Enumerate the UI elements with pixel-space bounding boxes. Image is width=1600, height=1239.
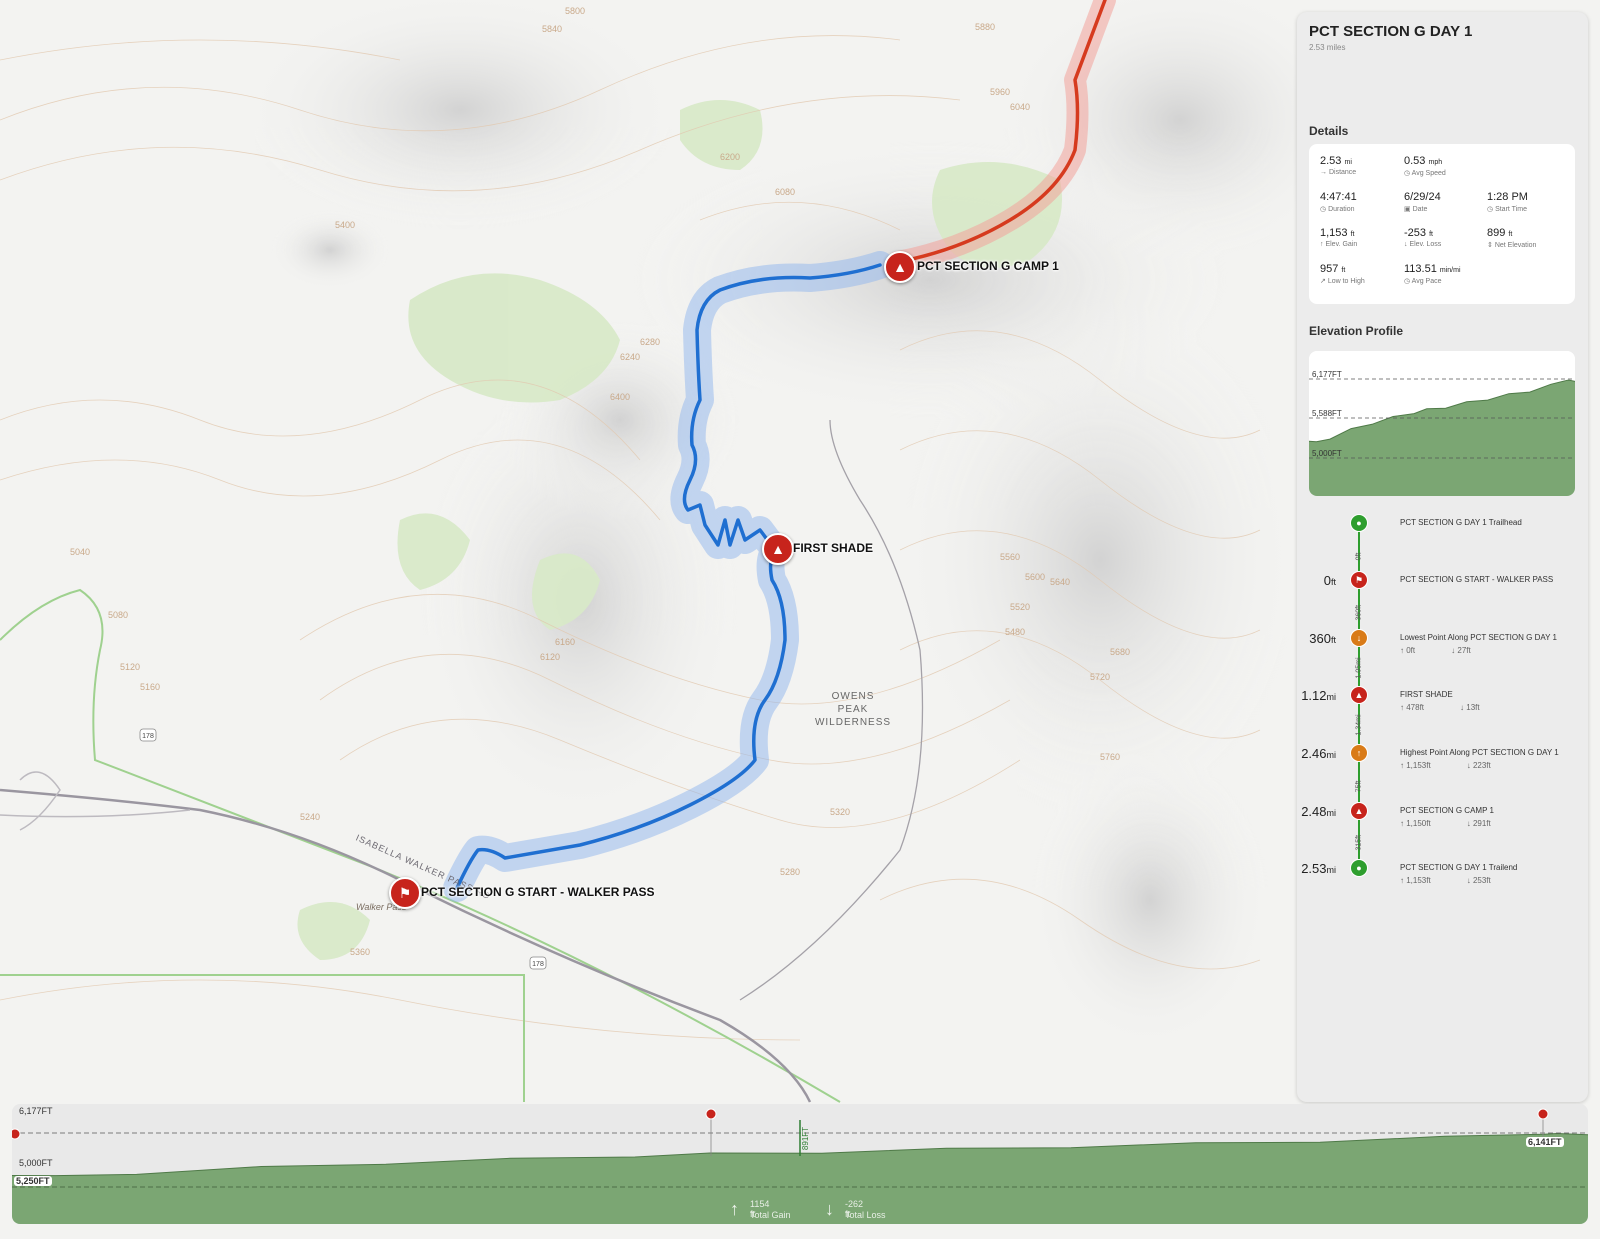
elevation-profile-card[interactable]: 6,177FT 5,588FT 5,000FT bbox=[1309, 351, 1575, 496]
stat-avg-speed: 0.53 mph ◷ Avg Speed bbox=[1404, 155, 1446, 177]
segment-label: 0ft bbox=[1355, 552, 1363, 561]
svg-text:5080: 5080 bbox=[108, 610, 128, 620]
up-arrow-icon: ↑ bbox=[1351, 745, 1367, 761]
bottom-gain-marker-label: 891FT bbox=[801, 1126, 811, 1151]
stat-duration: 4:47:41 ◷ Duration bbox=[1320, 191, 1357, 213]
hiker-icon: ● bbox=[1351, 860, 1367, 876]
ref-label-high: 6,177FT bbox=[1312, 370, 1342, 379]
bottom-label-end: 6,141FT bbox=[1526, 1137, 1564, 1147]
segment-label: 315ft bbox=[1355, 834, 1363, 851]
camp-marker-label: PCT SECTION G CAMP 1 bbox=[917, 259, 1059, 273]
svg-text:6160: 6160 bbox=[555, 637, 575, 647]
ref-label-low: 5,000FT bbox=[1312, 449, 1342, 458]
svg-text:6080: 6080 bbox=[775, 187, 795, 197]
up-arrow-icon: ↑ bbox=[730, 1199, 739, 1219]
route-distance: 2.53 miles bbox=[1309, 43, 1346, 52]
stat-distance: 2.53 mi → Distance bbox=[1320, 155, 1357, 176]
svg-text:6280: 6280 bbox=[640, 337, 660, 347]
elevation-heading: Elevation Profile bbox=[1309, 324, 1404, 338]
segment-label: 1.05mi bbox=[1355, 657, 1363, 679]
stat-low-to-high: 957 ft ↗ Low to High bbox=[1320, 263, 1365, 285]
stat-elev-gain: 1,153 ft ↑ Elev. Gain bbox=[1320, 227, 1358, 248]
bottom-profile-chart bbox=[12, 1108, 1588, 1224]
svg-text:6120: 6120 bbox=[540, 652, 560, 662]
svg-text:5800: 5800 bbox=[565, 6, 585, 16]
svg-text:5240: 5240 bbox=[300, 812, 320, 822]
svg-text:6040: 6040 bbox=[1010, 102, 1030, 112]
svg-text:5400: 5400 bbox=[335, 220, 355, 230]
shade-marker[interactable]: ▲ bbox=[762, 533, 794, 565]
start-marker-label: PCT SECTION G START - WALKER PASS bbox=[421, 885, 655, 899]
segment-label: 1.34mi bbox=[1355, 714, 1363, 736]
svg-text:5760: 5760 bbox=[1100, 752, 1120, 762]
svg-text:6240: 6240 bbox=[620, 352, 640, 362]
signpost-icon: ⚑ bbox=[1351, 572, 1367, 588]
bottom-elevation-profile[interactable]: 6,177FT 5,000FT 5,250FT 6,141FT 891FT ↑ … bbox=[12, 1104, 1588, 1224]
stat-date: 6/29/24 ▣ Date bbox=[1404, 191, 1441, 213]
bottom-label-high: 6,177FT bbox=[19, 1106, 53, 1116]
svg-text:178: 178 bbox=[532, 961, 544, 968]
waypoint-timeline: ● PCT SECTION G DAY 1 Trailhead 0ft 0ft … bbox=[1297, 515, 1588, 895]
details-card: 2.53 mi → Distance 0.53 mph ◷ Avg Speed … bbox=[1309, 144, 1575, 304]
ref-label-mid: 5,588FT bbox=[1312, 409, 1342, 418]
svg-text:5280: 5280 bbox=[780, 867, 800, 877]
svg-text:5880: 5880 bbox=[975, 22, 995, 32]
svg-text:178: 178 bbox=[142, 733, 154, 740]
camp-marker[interactable]: ▲ bbox=[884, 251, 916, 283]
tree-icon: ▲ bbox=[771, 541, 785, 557]
svg-text:5560: 5560 bbox=[1000, 552, 1020, 562]
down-arrow-icon: ↓ bbox=[1351, 630, 1367, 646]
svg-text:5320: 5320 bbox=[830, 807, 850, 817]
waypoint-highest-point[interactable]: 2.46mi ↑ Highest Point Along PCT SECTION… bbox=[1297, 745, 1588, 785]
elevation-profile-chart: 6,177FT 5,588FT 5,000FT bbox=[1309, 351, 1575, 496]
svg-text:5720: 5720 bbox=[1090, 672, 1110, 682]
waypoint-start[interactable]: 0ft ⚑ PCT SECTION G START - WALKER PASS bbox=[1297, 572, 1588, 612]
bottom-start-marker[interactable] bbox=[12, 1128, 21, 1140]
svg-text:6200: 6200 bbox=[720, 152, 740, 162]
down-arrow-icon: ↓ bbox=[825, 1199, 834, 1219]
bottom-label-start: 5,250FT bbox=[14, 1176, 52, 1186]
route-details-panel: PCT SECTION G DAY 1 2.53 miles Details 2… bbox=[1297, 12, 1588, 1102]
svg-text:5160: 5160 bbox=[140, 682, 160, 692]
waypoint-trailhead[interactable]: ● PCT SECTION G DAY 1 Trailhead bbox=[1297, 515, 1588, 555]
tent-icon: ▲ bbox=[1351, 803, 1367, 819]
svg-text:5960: 5960 bbox=[990, 87, 1010, 97]
start-marker[interactable]: ⚑ bbox=[389, 877, 421, 909]
wilderness-label: OWENS PEAK WILDERNESS bbox=[814, 691, 892, 728]
tree-icon: ▲ bbox=[1351, 687, 1367, 703]
stat-avg-pace: 113.51 min/mi ◷ Avg Pace bbox=[1404, 263, 1461, 285]
segment-label: 360ft bbox=[1355, 604, 1363, 621]
svg-text:5840: 5840 bbox=[542, 24, 562, 34]
waypoint-trailend[interactable]: 2.53mi ● PCT SECTION G DAY 1 Trailend ↑ … bbox=[1297, 860, 1588, 900]
stat-start-time: 1:28 PM ◷ Start Time bbox=[1487, 191, 1528, 213]
segment-label: 75ft bbox=[1355, 780, 1363, 793]
waypoint-first-shade[interactable]: 1.12mi ▲ FIRST SHADE ↑ 478ft ↓ 13ft bbox=[1297, 687, 1588, 727]
signpost-icon: ⚑ bbox=[398, 885, 412, 901]
svg-text:5600: 5600 bbox=[1025, 572, 1045, 582]
waypoint-lowest-point[interactable]: 360ft ↓ Lowest Point Along PCT SECTION G… bbox=[1297, 630, 1588, 670]
svg-text:6400: 6400 bbox=[610, 392, 630, 402]
svg-text:5360: 5360 bbox=[350, 947, 370, 957]
svg-text:5520: 5520 bbox=[1010, 602, 1030, 612]
bottom-shade-marker[interactable] bbox=[705, 1108, 717, 1156]
details-heading: Details bbox=[1309, 124, 1349, 138]
hiker-icon: ● bbox=[1351, 515, 1367, 531]
stat-net-elevation: 899 ft ⇕ Net Elevation bbox=[1487, 227, 1537, 249]
shade-marker-label: FIRST SHADE bbox=[793, 541, 874, 555]
svg-text:5480: 5480 bbox=[1005, 627, 1025, 637]
bottom-label-low: 5,000FT bbox=[19, 1158, 53, 1168]
stat-elev-loss: -253 ft ↓ Elev. Loss bbox=[1404, 227, 1442, 248]
tent-icon: ▲ bbox=[893, 259, 907, 275]
svg-text:5120: 5120 bbox=[120, 662, 140, 672]
svg-text:5040: 5040 bbox=[70, 547, 90, 557]
route-title: PCT SECTION G DAY 1 bbox=[1309, 23, 1473, 40]
svg-text:5640: 5640 bbox=[1050, 577, 1070, 587]
waypoint-camp[interactable]: 2.48mi ▲ PCT SECTION G CAMP 1 ↑ 1,150ft ↓… bbox=[1297, 803, 1588, 843]
svg-text:5680: 5680 bbox=[1110, 647, 1130, 657]
